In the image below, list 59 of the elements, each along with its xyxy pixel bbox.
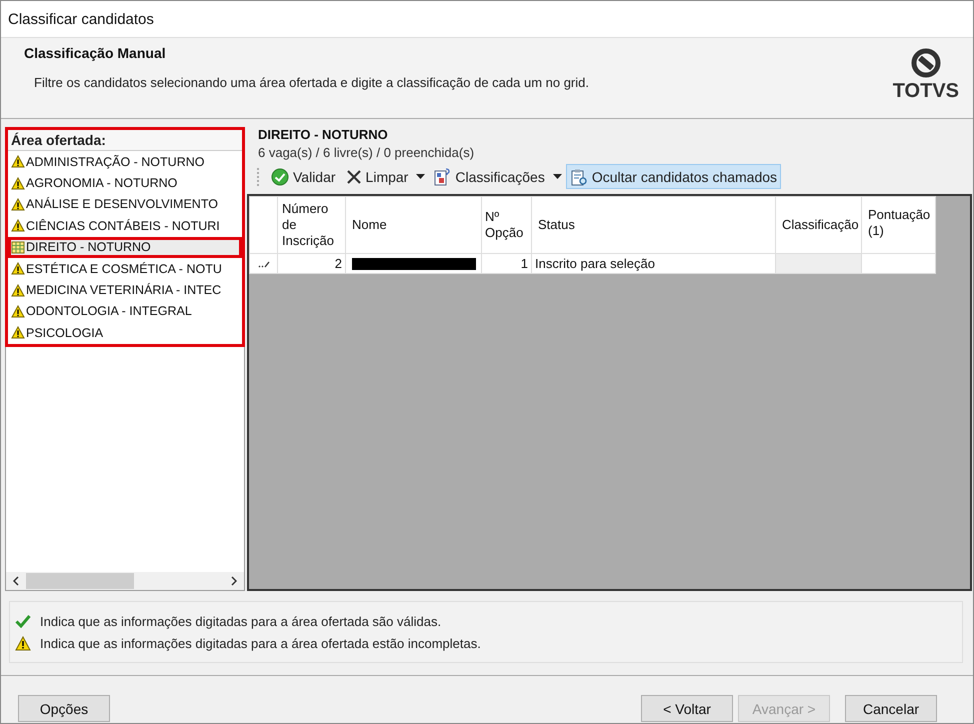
close-icon [346, 168, 362, 184]
scroll-right-icon[interactable] [231, 576, 237, 586]
list-item[interactable]: CIÊNCIAS CONTÁBEIS - NOTURI [8, 215, 242, 237]
dialog-button[interactable]: Opções [18, 695, 110, 722]
check-circle-icon [271, 168, 289, 186]
warning-icon [11, 326, 25, 340]
column-header[interactable]: Status [532, 196, 776, 254]
warning-icon [11, 304, 25, 318]
selected-list-item[interactable]: DIREITO - NOTURNO [8, 236, 242, 258]
dialog-button[interactable]: < Voltar [641, 695, 733, 722]
logo-text: TOTVS [892, 80, 959, 103]
warning-icon [11, 219, 25, 232]
page-description: Filtre os candidatos selecionando uma área ofertada e digite a classificação de cada um no grid. [34, 75, 589, 90]
list-item[interactable]: ANÁLISE E DESENVOLVIMENTO [8, 194, 242, 216]
window-title: Classificar candidatos [8, 10, 154, 28]
column-header[interactable]: Nome [346, 196, 482, 254]
warning-icon [11, 155, 25, 168]
list-item[interactable]: MEDICINA VETERINÁRIA - INTEC [8, 279, 242, 301]
warning-icon [11, 176, 25, 190]
logo-icon [910, 48, 941, 78]
table-cell: 1 [482, 254, 532, 274]
horizontal-scrollbar[interactable] [6, 572, 244, 590]
toolbar-button[interactable]: Ocultar candidatos chamados [566, 164, 782, 189]
score-cell[interactable] [862, 254, 936, 274]
caret-icon [552, 174, 562, 179]
column-header[interactable]: Classificação [776, 196, 862, 254]
classification-cell[interactable] [776, 254, 862, 274]
vacancy-summary: 6 vaga(s) / 6 livre(s) / 0 preenchida(s) [258, 145, 476, 160]
list-item[interactable]: PSICOLOGIA [8, 322, 242, 344]
list-item[interactable]: ADMINISTRAÇÃO - NOTURNO [8, 151, 242, 172]
list-header: Área ofertada: [8, 130, 242, 151]
column-header[interactable]: Pontuação (1) [862, 196, 936, 254]
legend-text: Indica que as informações digitadas para a área ofertada são válidas. [40, 614, 442, 628]
warning-icon [15, 636, 31, 650]
section-title: DIREITO - NOTURNO [258, 127, 389, 142]
toolbar-button[interactable]: Classificações [429, 164, 549, 189]
scroll-left-icon[interactable] [13, 576, 19, 586]
clipboard-search-icon [570, 168, 588, 186]
numbered-list-icon [433, 168, 452, 186]
warning-icon [11, 284, 25, 297]
table-cell: 2 [278, 254, 346, 274]
grid-icon [11, 240, 25, 254]
scrollbar-thumb[interactable] [26, 573, 134, 589]
pencil-icon [258, 260, 270, 268]
legend-text: Indica que as informações digitadas para a área ofertada estão incompletas. [40, 636, 481, 650]
warning-icon [11, 262, 25, 276]
toolbar-button[interactable]: Limpar [342, 164, 412, 189]
warning-icon [11, 198, 25, 211]
dialog-button[interactable]: Cancelar [845, 695, 937, 722]
table-cell: Inscrito para seleção [532, 254, 776, 274]
column-header[interactable]: Número de Inscrição [278, 196, 346, 254]
page-title: Classificação Manual [24, 45, 167, 61]
list-item[interactable]: ODONTOLOGIA - INTEGRAL [8, 300, 242, 322]
caret-icon [416, 174, 426, 179]
list-item[interactable]: AGRONOMIA - NOTURNO [8, 172, 242, 194]
checkmark-icon [15, 614, 31, 628]
list-item[interactable]: ESTÉTICA E COSMÉTICA - NOTU [8, 258, 242, 280]
column-header[interactable]: Nº Opção [482, 196, 532, 254]
toolbar-button[interactable]: Validar [267, 164, 340, 189]
